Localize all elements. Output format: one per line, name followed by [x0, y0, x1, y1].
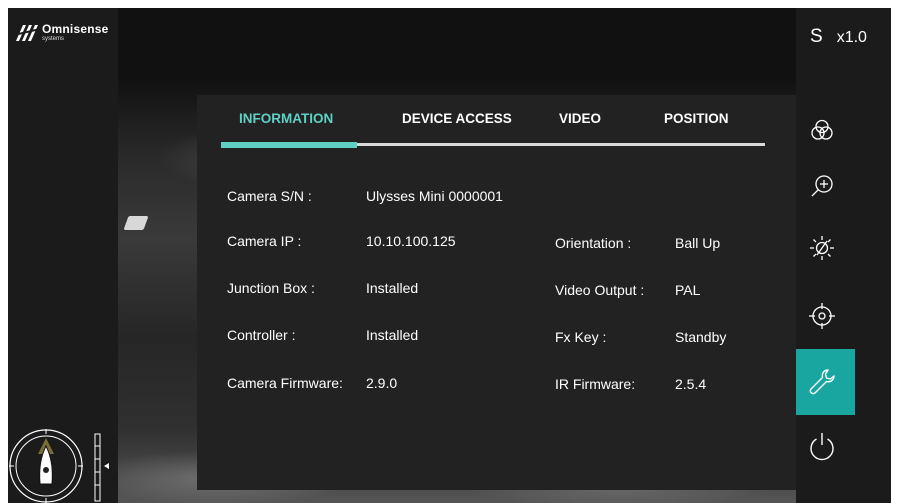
- fx-key-value: Standby: [675, 329, 727, 345]
- brand-logo: Omnisense systems: [14, 22, 109, 42]
- zoom-level: x1.0: [836, 29, 867, 46]
- camera-sn-label: Camera S/N :: [227, 188, 312, 204]
- zoom-in-button[interactable]: [789, 160, 855, 212]
- camera-sn-value: Ulysses Mini 0000001: [366, 188, 503, 204]
- brand-subtitle: systems: [42, 36, 65, 42]
- camera-firmware-label: Camera Firmware:: [227, 375, 343, 391]
- junction-box-label: Junction Box :: [227, 280, 315, 296]
- settings-button[interactable]: [789, 349, 855, 415]
- feed-highlight: [123, 216, 149, 230]
- camera-firmware-value: 2.9.0: [366, 375, 398, 391]
- focus-icon: [810, 236, 834, 260]
- fx-key-label: Fx Key :: [555, 329, 607, 345]
- power-button[interactable]: [789, 420, 855, 472]
- junction-box-value: Installed: [366, 280, 419, 296]
- color-filter-button[interactable]: [789, 104, 855, 156]
- tab-video[interactable]: VIDEO: [559, 111, 601, 126]
- brand-name: Omnisense: [42, 22, 109, 36]
- settings-panel: INFORMATION DEVICE ACCESS VIDEO POSITION…: [197, 95, 796, 490]
- focus-button[interactable]: [789, 222, 855, 274]
- mode-zoom-indicator: S x1.0: [810, 26, 867, 48]
- ir-firmware-value: 2.5.4: [675, 376, 707, 392]
- orientation-value: Ball Up: [675, 235, 721, 251]
- active-tab-indicator: [221, 142, 357, 148]
- controller-label: Controller :: [227, 327, 296, 343]
- camera-screen: Omnisense systems S x1.0 INFORMATION DEV…: [8, 8, 891, 503]
- tab-device-access[interactable]: DEVICE ACCESS: [402, 111, 512, 126]
- power-icon: [810, 433, 834, 461]
- tab-information[interactable]: INFORMATION: [239, 111, 333, 126]
- tab-bar: INFORMATION DEVICE ACCESS VIDEO POSITION: [197, 95, 796, 155]
- camera-ip-value: 10.10.100.125: [366, 233, 456, 249]
- ir-firmware-label: IR Firmware:: [555, 376, 636, 392]
- controller-value: Installed: [366, 327, 419, 343]
- color-filter-icon: [811, 119, 833, 140]
- video-output-label: Video Output :: [555, 282, 645, 298]
- video-output-value: PAL: [675, 282, 701, 298]
- wrench-icon: [809, 369, 835, 395]
- target-button[interactable]: [789, 290, 855, 342]
- camera-ip-label: Camera IP :: [227, 233, 302, 249]
- zoom-scale: [94, 433, 109, 502]
- mode-label: S: [810, 26, 823, 47]
- compass-widget[interactable]: [8, 428, 84, 503]
- target-icon: [809, 303, 835, 329]
- logo-mark-icon: [14, 25, 40, 41]
- tab-position[interactable]: POSITION: [664, 111, 729, 126]
- orientation-label: Orientation :: [555, 235, 632, 251]
- zoom-in-icon: [811, 175, 833, 197]
